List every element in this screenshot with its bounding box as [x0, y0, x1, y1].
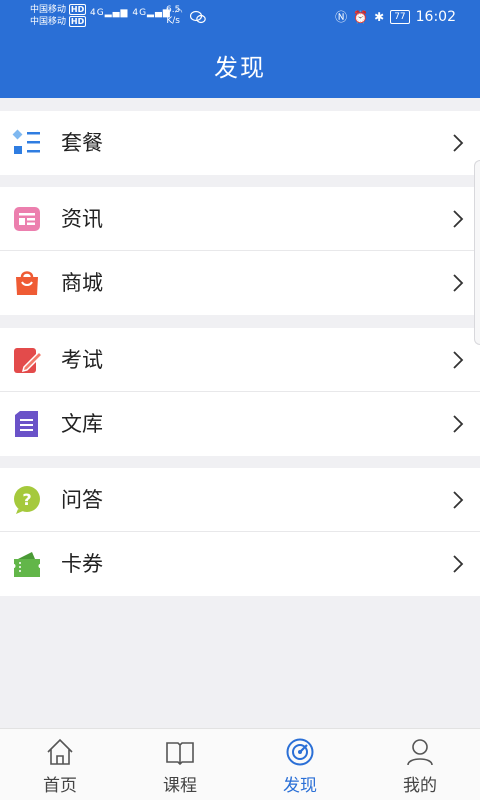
menu-group-study: 考试 文库: [0, 328, 480, 456]
network-speed: 6.5 K/s: [166, 5, 180, 27]
menu-group-services: ? 问答 卡券: [0, 468, 480, 596]
chevron-right-icon: [453, 491, 464, 509]
exam-pencil-icon: [14, 348, 42, 373]
speed-unit: K/s: [166, 16, 180, 26]
speed-value: 6.5: [166, 5, 181, 15]
app-header: 中国移动 HD 中国移动 HD 4G▂▄▆ 4G▂▄▆ ◠ 6.5 K/s Ⓝ …: [0, 0, 480, 98]
menu-item-qa[interactable]: ? 问答: [0, 468, 480, 532]
tab-home[interactable]: 首页: [0, 729, 120, 800]
tab-mine[interactable]: 我的: [360, 729, 480, 800]
menu-item-package[interactable]: 套餐: [0, 111, 480, 175]
status-bar: 中国移动 HD 中国移动 HD 4G▂▄▆ 4G▂▄▆ ◠ 6.5 K/s Ⓝ …: [0, 0, 480, 34]
clock: 16:02: [415, 8, 456, 25]
tab-discover[interactable]: 发现: [240, 729, 360, 800]
carrier-1: 中国移动: [30, 5, 67, 15]
tab-label: 发现: [283, 776, 317, 796]
menu-label: 文库: [61, 412, 103, 436]
tab-label: 我的: [403, 776, 437, 796]
wechat-icon: [190, 10, 206, 24]
menu-item-library[interactable]: 文库: [0, 392, 480, 456]
menu-item-coupon[interactable]: 卡券: [0, 532, 480, 596]
network-type-1: 4G: [90, 8, 105, 18]
home-icon: [47, 738, 73, 765]
menu-label: 资讯: [61, 207, 103, 231]
menu-label: 商城: [61, 271, 103, 295]
bluetooth-icon: ✱: [374, 9, 385, 24]
battery-level: 77: [390, 9, 410, 24]
hd-badge-1: HD: [68, 4, 87, 15]
document-library-icon: [15, 411, 38, 437]
network-type-2: 4G: [132, 8, 148, 18]
menu-label: 问答: [61, 488, 103, 512]
menu-item-exam[interactable]: 考试: [0, 328, 480, 392]
menu-group-info: 资讯 商城: [0, 187, 480, 315]
package-icon: [12, 129, 40, 154]
user-icon: [407, 739, 433, 766]
chevron-right-icon: [453, 555, 464, 573]
nfc-icon: Ⓝ: [335, 10, 348, 24]
bottom-tab-bar: 首页 课程 发现 我的: [0, 728, 480, 800]
carrier-info: 中国移动 HD 中国移动 HD: [30, 4, 87, 28]
chevron-right-icon: [453, 134, 464, 152]
news-icon: [14, 207, 40, 231]
menu-label: 卡券: [61, 552, 103, 576]
system-indicators: Ⓝ ⏰ ✱ 77 16:02: [335, 8, 456, 25]
signal-icon: ▂▄▆: [104, 8, 129, 18]
chevron-right-icon: [453, 415, 464, 433]
carrier-2: 中国移动: [30, 17, 67, 27]
menu-item-mall[interactable]: 商城: [0, 251, 480, 315]
alarm-icon: ⏰: [353, 9, 369, 24]
discover-icon: [286, 738, 314, 766]
question-bubble-icon: ?: [14, 486, 40, 514]
chevron-right-icon: [453, 351, 464, 369]
menu-group-packages: 套餐: [0, 111, 480, 175]
chevron-right-icon: [453, 274, 464, 292]
tab-label: 首页: [43, 776, 77, 796]
shopping-bag-icon: [16, 271, 38, 295]
book-icon: [166, 742, 194, 766]
scroll-indicator[interactable]: [474, 160, 480, 345]
tab-course[interactable]: 课程: [120, 729, 240, 800]
menu-item-news[interactable]: 资讯: [0, 187, 480, 251]
chevron-right-icon: [453, 210, 464, 228]
ticket-icon: [14, 552, 40, 577]
menu-label: 套餐: [61, 131, 103, 155]
svg-text:?: ?: [22, 490, 31, 509]
page-title: 发现: [214, 54, 266, 82]
tab-label: 课程: [163, 776, 197, 796]
hd-badge-2: HD: [68, 16, 87, 27]
menu-label: 考试: [61, 348, 103, 372]
